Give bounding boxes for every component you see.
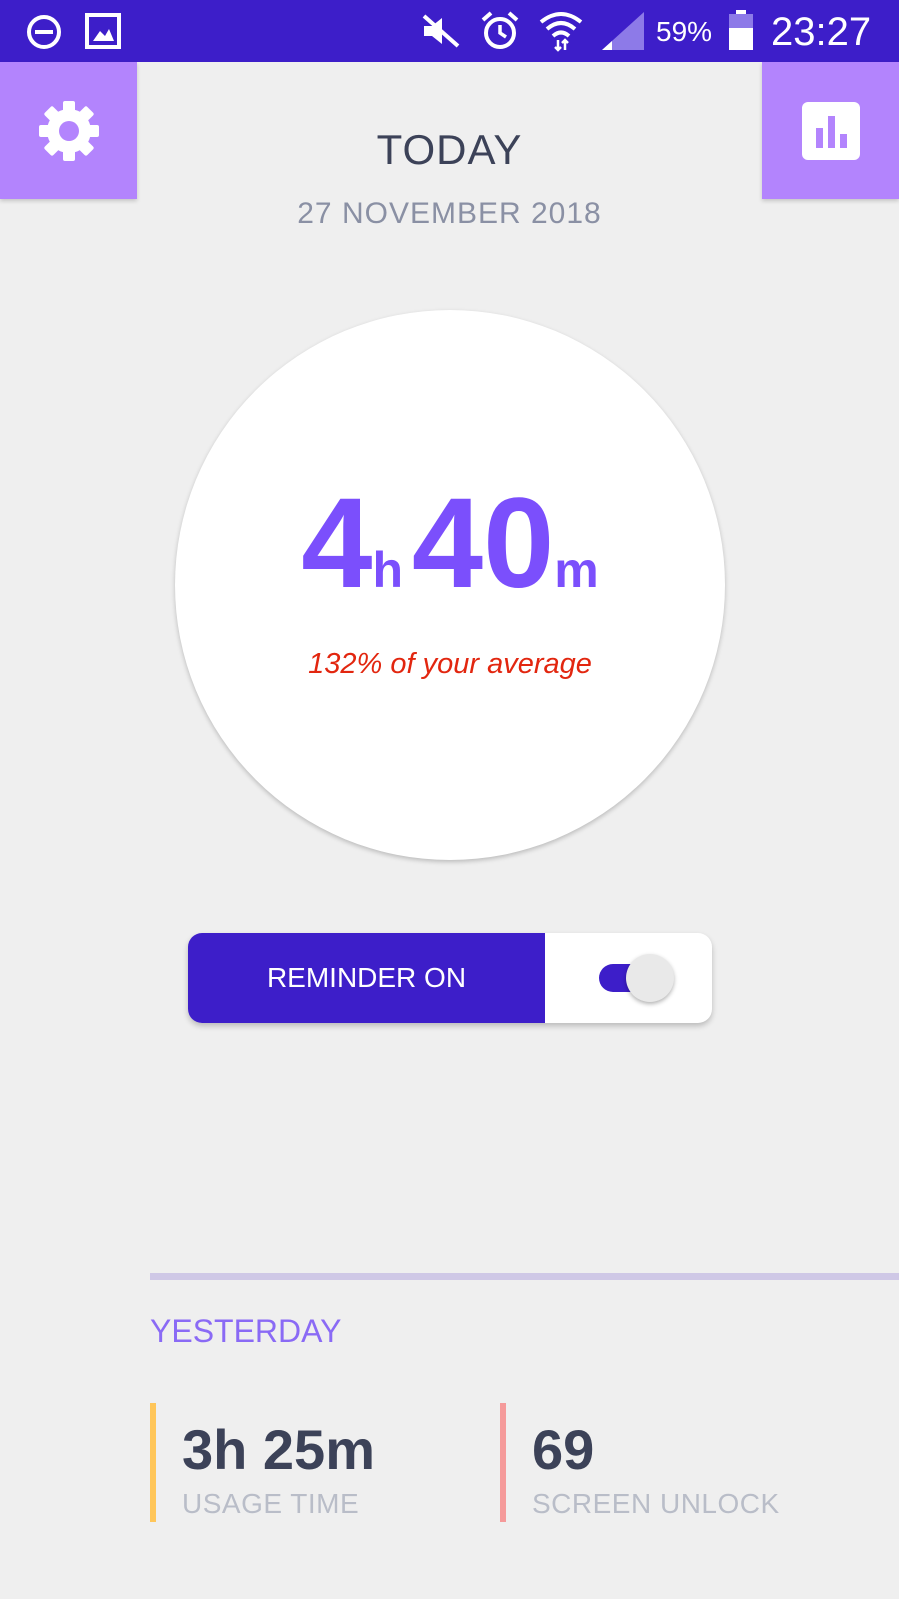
wifi-icon xyxy=(539,12,583,52)
status-bar: 59% 23:27 xyxy=(0,0,899,62)
toggle-knob[interactable] xyxy=(626,954,674,1002)
average-comparison: 132% of your average xyxy=(308,648,592,680)
stat-usage-time: 3h 25m USAGE TIME xyxy=(150,1403,480,1522)
stat-value: 3h 25m xyxy=(182,1418,375,1481)
stat-label: USAGE TIME xyxy=(182,1488,360,1519)
alarm-icon xyxy=(481,11,519,49)
clock: 23:27 xyxy=(771,10,872,54)
page-title: TODAY xyxy=(376,126,523,173)
image-icon xyxy=(85,13,121,49)
do-not-disturb-icon xyxy=(27,15,61,49)
yesterday-title: YESTERDAY xyxy=(150,1313,342,1349)
page-date: 27 NOVEMBER 2018 xyxy=(297,197,602,230)
signal-icon xyxy=(602,12,644,50)
usage-time: 4h 40m xyxy=(175,480,725,608)
stat-accent-bar xyxy=(500,1403,506,1522)
reminder-toggle[interactable]: REMINDER ON xyxy=(188,933,712,1023)
battery-icon xyxy=(729,10,753,50)
stat-accent-bar xyxy=(150,1403,156,1522)
usage-minutes: 40 xyxy=(411,472,555,615)
divider xyxy=(150,1273,899,1280)
reminder-label: REMINDER ON xyxy=(188,933,545,1023)
battery-percent: 59% xyxy=(656,16,713,47)
stat-label: SCREEN UNLOCK xyxy=(532,1488,780,1519)
usage-minutes-unit: m xyxy=(554,542,599,598)
usage-hours: 4 xyxy=(301,472,373,615)
usage-hours-unit: h xyxy=(372,542,403,598)
mute-icon xyxy=(422,14,460,48)
usage-circle: 4h 40m 132% of your average xyxy=(175,310,725,860)
stat-value: 69 xyxy=(532,1418,595,1481)
stat-screen-unlock: 69 SCREEN UNLOCK xyxy=(500,1403,850,1522)
